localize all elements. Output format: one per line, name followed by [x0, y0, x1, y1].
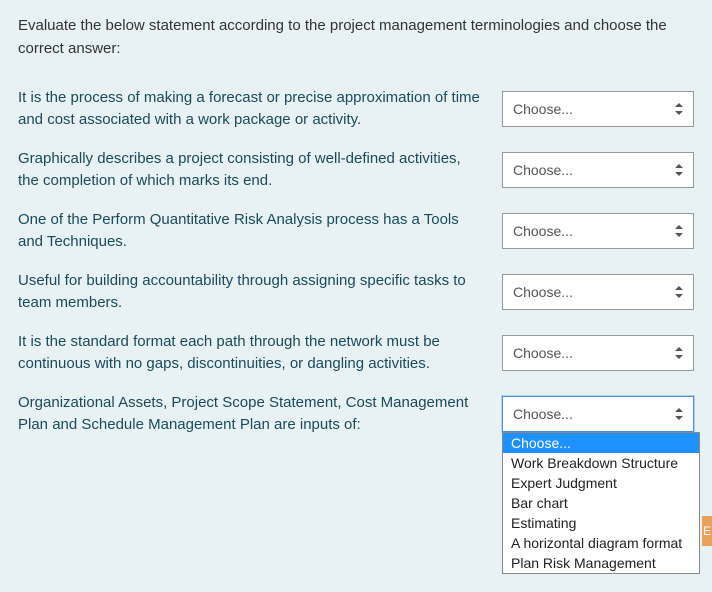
question-row: One of the Perform Quantitative Risk Ana… [18, 209, 694, 254]
dropdown-option[interactable]: Plan Risk Management [503, 553, 699, 573]
dropdown-option[interactable]: A horizontal diagram format [503, 533, 699, 553]
answer-select-wrap: Choose... [502, 213, 694, 249]
select-value: Choose... [513, 284, 573, 300]
answer-select-wrap: Choose... [502, 335, 694, 371]
question-row: It is the standard format each path thro… [18, 331, 694, 376]
question-prompt: It is the process of making a forecast o… [18, 87, 486, 132]
select-value: Choose... [513, 345, 573, 361]
select-value: Choose... [513, 162, 573, 178]
dropdown-option[interactable]: Bar chart [503, 493, 699, 513]
instruction-text: Evaluate the below statement according t… [18, 14, 694, 61]
select-value: Choose... [513, 223, 573, 239]
select-value: Choose... [513, 406, 573, 422]
question-row: Graphically describes a project consisti… [18, 148, 694, 193]
sort-icon [675, 103, 683, 115]
dropdown-option[interactable]: Expert Judgment [503, 473, 699, 493]
answer-select-wrap: Choose... [502, 274, 694, 310]
question-row: Organizational Assets, Project Scope Sta… [18, 392, 694, 437]
answer-select-wrap: Choose... [502, 152, 694, 188]
question-prompt: One of the Perform Quantitative Risk Ana… [18, 209, 486, 254]
question-row: Useful for building accountability throu… [18, 270, 694, 315]
question-prompt: Organizational Assets, Project Scope Sta… [18, 392, 486, 437]
sort-icon [675, 164, 683, 176]
sort-icon [675, 408, 683, 420]
dropdown-list: Choose... Work Breakdown Structure Exper… [502, 432, 700, 574]
sort-icon [675, 347, 683, 359]
question-prompt: It is the standard format each path thro… [18, 331, 486, 376]
question-row: It is the process of making a forecast o… [18, 87, 694, 132]
quiz-container: Evaluate the below statement according t… [0, 0, 712, 437]
dropdown-option[interactable]: Choose... [503, 433, 699, 453]
answer-select[interactable]: Choose... [502, 213, 694, 249]
select-value: Choose... [513, 101, 573, 117]
edge-badge: E [702, 516, 712, 546]
question-prompt: Graphically describes a project consisti… [18, 148, 486, 193]
question-prompt: Useful for building accountability throu… [18, 270, 486, 315]
answer-select-wrap: Choose... Choose... Work Breakdown Struc… [502, 396, 694, 432]
dropdown-option[interactable]: Work Breakdown Structure [503, 453, 699, 473]
answer-select[interactable]: Choose... [502, 91, 694, 127]
answer-select[interactable]: Choose... [502, 274, 694, 310]
answer-select[interactable]: Choose... [502, 396, 694, 432]
sort-icon [675, 286, 683, 298]
answer-select[interactable]: Choose... [502, 335, 694, 371]
answer-select[interactable]: Choose... [502, 152, 694, 188]
dropdown-option[interactable]: Estimating [503, 513, 699, 533]
sort-icon [675, 225, 683, 237]
answer-select-wrap: Choose... [502, 91, 694, 127]
